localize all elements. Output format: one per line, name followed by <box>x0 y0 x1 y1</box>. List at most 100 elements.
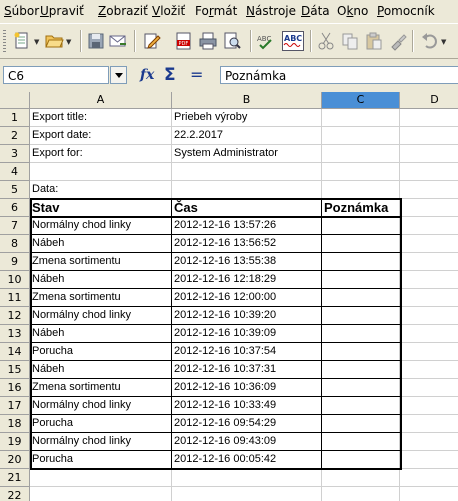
row-header-18[interactable]: 18 <box>0 415 30 433</box>
cell-D12[interactable] <box>400 307 458 325</box>
cell-B22[interactable] <box>172 487 322 501</box>
spreadsheet-grid[interactable]: A B C D 1 Export title: Priebeh výroby 2 Export … <box>0 92 458 501</box>
row-header-11[interactable]: 11 <box>0 289 30 307</box>
cell-A15[interactable]: Nábeh <box>30 361 172 379</box>
sum-icon[interactable]: Σ <box>164 65 176 85</box>
row-header-2[interactable]: 2 <box>0 127 30 145</box>
cell-C10[interactable] <box>322 271 400 289</box>
row-header-20[interactable]: 20 <box>0 451 30 469</box>
row-header-5[interactable]: 5 <box>0 181 30 199</box>
new-document-icon[interactable] <box>12 31 32 51</box>
autospellcheck-icon[interactable]: ABC <box>282 31 304 51</box>
row-header-9[interactable]: 9 <box>0 253 30 271</box>
cell-C16[interactable] <box>322 379 400 397</box>
email-icon[interactable] <box>108 31 128 51</box>
row-header-19[interactable]: 19 <box>0 433 30 451</box>
cell-D15[interactable] <box>400 361 458 379</box>
cell-B15[interactable]: 2012-12-16 10:37:31 <box>172 361 322 379</box>
cell-B16[interactable]: 2012-12-16 10:36:09 <box>172 379 322 397</box>
cell-C19[interactable] <box>322 433 400 451</box>
copy-icon[interactable] <box>340 31 360 51</box>
cell-C4[interactable] <box>322 163 400 181</box>
row-header-15[interactable]: 15 <box>0 361 30 379</box>
column-header-C[interactable]: C <box>322 92 400 109</box>
cell-B17[interactable]: 2012-12-16 10:33:49 <box>172 397 322 415</box>
undo-dropdown-icon[interactable]: ▼ <box>441 38 446 46</box>
cell-B13[interactable]: 2012-12-16 10:39:09 <box>172 325 322 343</box>
new-dropdown-icon[interactable]: ▼ <box>34 38 39 46</box>
row-header-6[interactable]: 6 <box>0 199 30 217</box>
cell-A8[interactable]: Nábeh <box>30 235 172 253</box>
cell-D14[interactable] <box>400 343 458 361</box>
formula-input[interactable]: Poznámka <box>220 66 458 84</box>
cell-B8[interactable]: 2012-12-16 13:56:52 <box>172 235 322 253</box>
cell-A17[interactable]: Normálny chod linky <box>30 397 172 415</box>
cut-icon[interactable] <box>316 31 336 51</box>
function-equals-icon[interactable]: = <box>190 65 203 84</box>
cell-D7[interactable] <box>400 217 458 235</box>
row-header-16[interactable]: 16 <box>0 379 30 397</box>
cell-D21[interactable] <box>400 469 458 487</box>
cell-B18[interactable]: 2012-12-16 09:54:29 <box>172 415 322 433</box>
cell-D11[interactable] <box>400 289 458 307</box>
open-folder-icon[interactable] <box>44 31 64 51</box>
menu-3[interactable]: Vložiť <box>152 4 185 18</box>
cell-D22[interactable] <box>400 487 458 501</box>
cell-B19[interactable]: 2012-12-16 09:43:09 <box>172 433 322 451</box>
open-dropdown-icon[interactable]: ▼ <box>66 38 71 46</box>
cell-C17[interactable] <box>322 397 400 415</box>
cell-A14[interactable]: Porucha <box>30 343 172 361</box>
name-box[interactable]: C6 <box>3 66 109 84</box>
cell-A1[interactable]: Export title: <box>30 109 172 127</box>
row-header-22[interactable]: 22 <box>0 487 30 501</box>
cell-B9[interactable]: 2012-12-16 13:55:38 <box>172 253 322 271</box>
cell-B21[interactable] <box>172 469 322 487</box>
cell-B6[interactable]: Čas <box>172 199 322 217</box>
cell-C14[interactable] <box>322 343 400 361</box>
cell-D20[interactable] <box>400 451 458 469</box>
row-header-13[interactable]: 13 <box>0 325 30 343</box>
cell-A20[interactable]: Porucha <box>30 451 172 469</box>
cell-B1[interactable]: Priebeh výroby <box>172 109 322 127</box>
cell-D2[interactable] <box>400 127 458 145</box>
cell-A10[interactable]: Nábeh <box>30 271 172 289</box>
cell-A5[interactable]: Data: <box>30 181 172 199</box>
toolbar-grip[interactable] <box>3 30 6 52</box>
cell-A9[interactable]: Zmena sortimentu <box>30 253 172 271</box>
menu-6[interactable]: Dáta <box>301 4 330 18</box>
cell-D6[interactable] <box>400 199 458 217</box>
print-icon[interactable] <box>198 31 218 51</box>
cell-C12[interactable] <box>322 307 400 325</box>
cell-B3[interactable]: System Administrator <box>172 145 322 163</box>
cell-A2[interactable]: Export date: <box>30 127 172 145</box>
row-header-17[interactable]: 17 <box>0 397 30 415</box>
edit-file-icon[interactable] <box>142 31 162 51</box>
cell-C2[interactable] <box>322 127 400 145</box>
cell-A22[interactable] <box>30 487 172 501</box>
cell-A4[interactable] <box>30 163 172 181</box>
cell-D18[interactable] <box>400 415 458 433</box>
cell-C1[interactable] <box>322 109 400 127</box>
cell-C18[interactable] <box>322 415 400 433</box>
menu-0[interactable]: Súbor <box>4 4 39 18</box>
cell-D1[interactable] <box>400 109 458 127</box>
cell-A7[interactable]: Normálny chod linky <box>30 217 172 235</box>
cell-A12[interactable]: Normálny chod linky <box>30 307 172 325</box>
undo-icon[interactable] <box>420 31 440 51</box>
cell-A3[interactable]: Export for: <box>30 145 172 163</box>
menu-8[interactable]: Pomocník <box>377 4 435 18</box>
cell-A18[interactable]: Porucha <box>30 415 172 433</box>
cell-B14[interactable]: 2012-12-16 10:37:54 <box>172 343 322 361</box>
cell-D10[interactable] <box>400 271 458 289</box>
column-header-A[interactable]: A <box>30 92 172 109</box>
cell-D9[interactable] <box>400 253 458 271</box>
cell-B12[interactable]: 2012-12-16 10:39:20 <box>172 307 322 325</box>
row-header-8[interactable]: 8 <box>0 235 30 253</box>
format-paintbrush-icon[interactable] <box>388 31 408 51</box>
cell-C9[interactable] <box>322 253 400 271</box>
cell-C22[interactable] <box>322 487 400 501</box>
cell-C5[interactable] <box>322 181 400 199</box>
spellcheck-icon[interactable]: ABC <box>256 31 276 51</box>
cell-C6[interactable]: Poznámka <box>322 199 400 217</box>
cell-C3[interactable] <box>322 145 400 163</box>
